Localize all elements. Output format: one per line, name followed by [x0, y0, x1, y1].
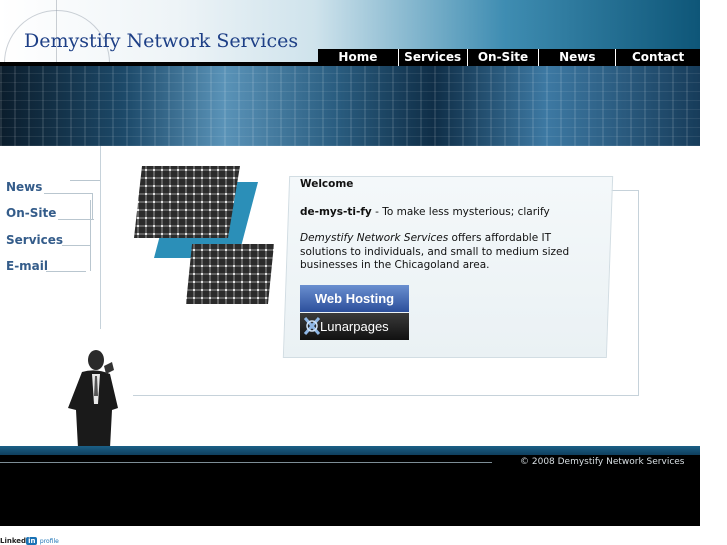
header-tech-image [0, 66, 700, 146]
content-frame-right [638, 190, 639, 396]
nav-home[interactable]: Home [318, 49, 398, 66]
description-paragraph: Demystify Network Services offers afford… [300, 232, 600, 273]
businessman-image [68, 350, 118, 448]
content-frame-bottom [133, 395, 638, 396]
web-hosting-badge[interactable]: Web Hosting Lunarpages [300, 285, 409, 340]
definition-text: - To make less mysterious; clarify [371, 205, 550, 218]
company-name: Demystify Network Services [300, 232, 449, 244]
sidebar-divider [46, 271, 86, 272]
badge-bottom: Lunarpages [300, 313, 409, 340]
lunarpages-logo-icon [303, 317, 321, 335]
nav-services[interactable]: Services [397, 49, 467, 66]
linkedin-linked-text: Linked [0, 537, 27, 545]
footer: © 2008 Demystify Network Services [0, 455, 700, 526]
nav-underline [0, 62, 318, 66]
sidebar-divider [62, 245, 90, 246]
sidebar-divider [70, 180, 100, 181]
definition-paragraph: de-mys-ti-fy - To make less mysterious; … [300, 206, 600, 220]
sidebar-connector [92, 193, 93, 219]
circuit-board-bottom [186, 244, 274, 304]
linkedin-in-icon: in [26, 537, 38, 545]
sidebar-connector [90, 200, 91, 271]
badge-bottom-label: Lunarpages [320, 319, 389, 334]
top-navigation: Home Services On-Site News Contact [318, 49, 700, 66]
footer-divider [0, 462, 492, 463]
sidebar-divider [44, 193, 92, 194]
sidebar-item-services[interactable]: Services [6, 233, 63, 247]
sidebar-divider [58, 219, 94, 220]
nav-news[interactable]: News [538, 49, 615, 66]
welcome-heading: Welcome [300, 178, 354, 190]
side-frame-line [100, 146, 101, 329]
badge-top-label: Web Hosting [300, 285, 409, 312]
nav-on-site[interactable]: On-Site [466, 49, 539, 66]
nav-contact[interactable]: Contact [615, 49, 700, 66]
person-head [88, 350, 104, 370]
footer-accent-bar [0, 446, 700, 455]
sidebar-item-email[interactable]: E-mail [6, 259, 48, 273]
sidebar-item-news[interactable]: News [6, 180, 42, 194]
header-banner: Demystify Network Services Home Services… [0, 0, 700, 146]
definition-term: de-mys-ti-fy [300, 205, 372, 218]
circuit-board-top [134, 166, 240, 238]
circuit-board-image [134, 166, 274, 304]
sidebar-item-on-site[interactable]: On-Site [6, 206, 56, 220]
linkedin-profile-text: profile [39, 538, 59, 545]
copyright-text: © 2008 Demystify Network Services [520, 457, 685, 467]
linkedin-profile-badge[interactable]: Linked in profile [0, 537, 59, 545]
welcome-content: Welcome de-mys-ti-fy - To make less myst… [300, 178, 600, 273]
person-phone [104, 362, 114, 374]
site-title: Demystify Network Services [24, 30, 299, 52]
